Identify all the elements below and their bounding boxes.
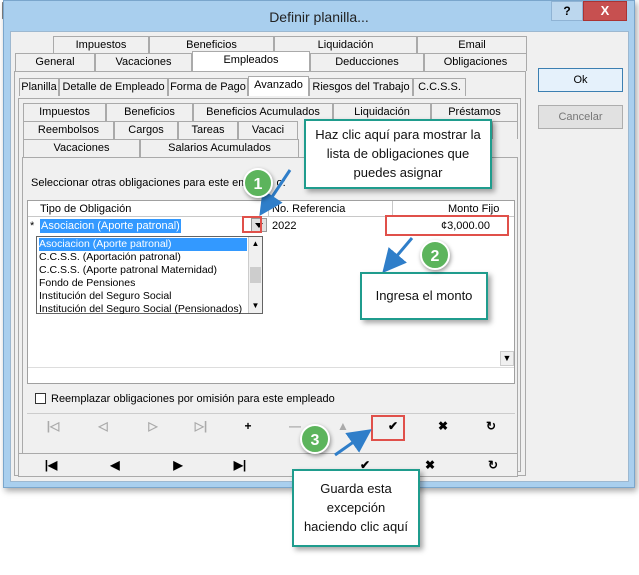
callout-3: Guarda esta excepción haciendo clic aquí	[292, 469, 420, 547]
tab-avanzado[interactable]: Avanzado	[248, 76, 309, 96]
callout-1: Haz clic aquí para mostrar la lista de o…	[304, 119, 492, 189]
step-badge-2: 2	[420, 240, 450, 270]
tab-empleados[interactable]: Empleados	[192, 51, 310, 71]
arrow-2-icon	[382, 237, 414, 274]
step-badge-3: 3	[300, 424, 330, 454]
step-badge-1: 1	[243, 168, 273, 198]
callout-2: Ingresa el monto	[360, 272, 488, 320]
arrow-3-icon	[334, 429, 372, 457]
